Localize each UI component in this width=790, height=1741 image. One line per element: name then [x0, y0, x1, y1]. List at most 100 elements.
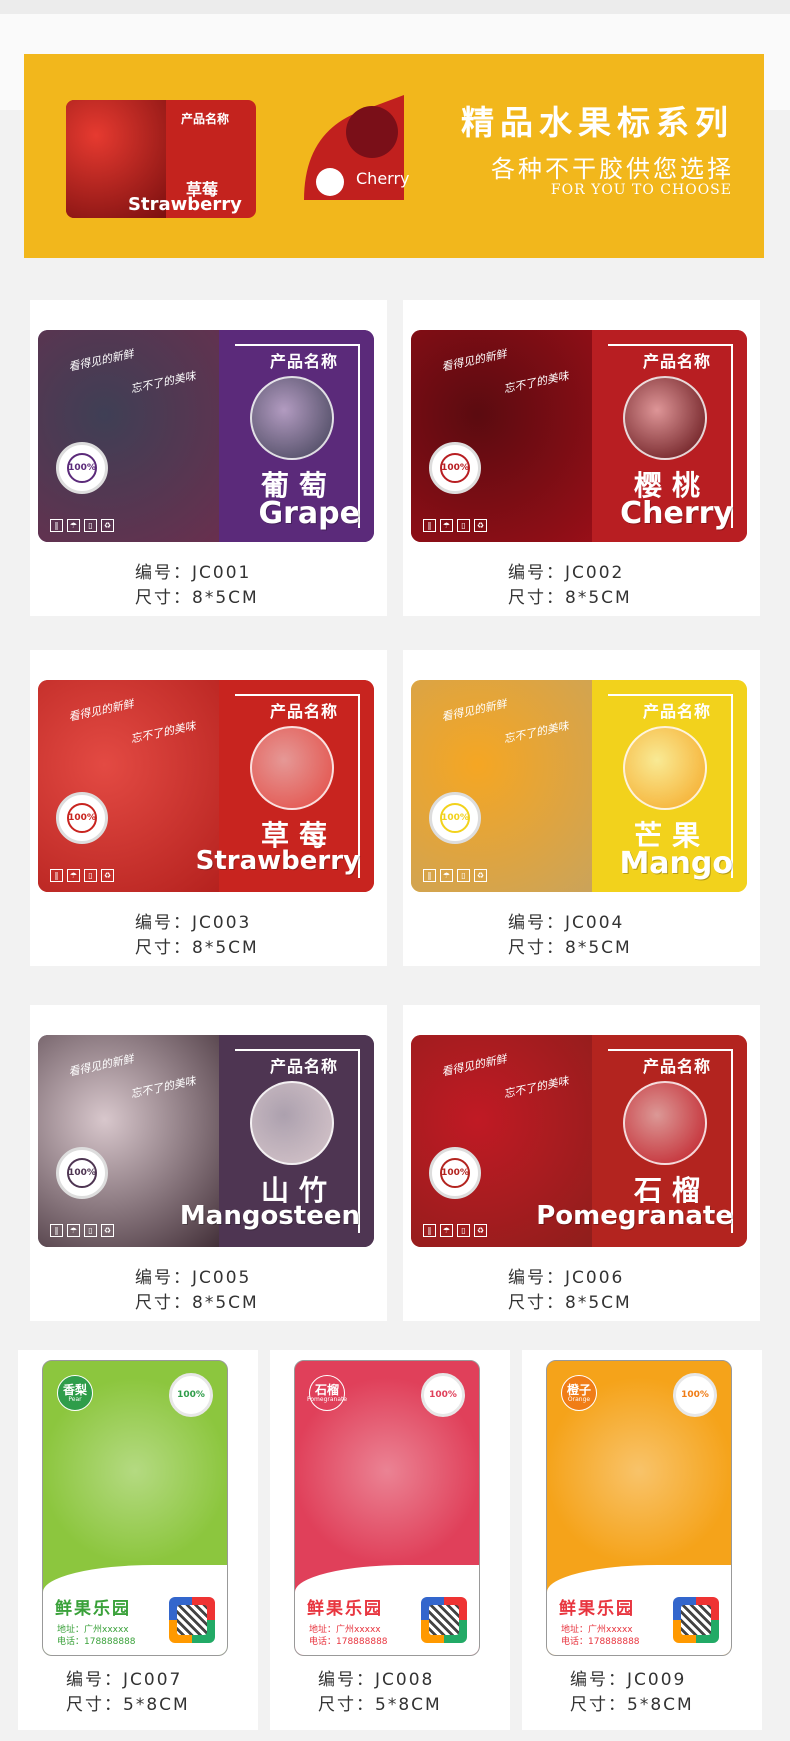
code-line: 编号：JC001: [135, 558, 251, 583]
care-icons: ‖ ☂ ▯ ♻: [423, 519, 487, 532]
badge-inner: 100%: [67, 453, 97, 483]
badge-inner: 100%: [67, 803, 97, 833]
mini-product-label: 产品名称: [181, 112, 230, 126]
glass-icon: ‖: [50, 1224, 63, 1237]
banner-cherry-label: Cherry: [294, 90, 414, 218]
telephone: 电话：178888888: [309, 1637, 388, 1647]
umbrella-icon: ☂: [67, 519, 80, 532]
code-value: JC001: [192, 563, 252, 583]
label-card: 产品名称 樱桃 Cherry 看得见的新鲜 忘不了的美味 100% ‖ ☂ ▯ ♻ 编…: [403, 300, 760, 616]
fruit-en-name: Mango: [619, 846, 733, 881]
umbrella-icon: ☂: [440, 519, 453, 532]
tag-en: Orange: [567, 1395, 591, 1403]
fresh-badge: 100%: [429, 1147, 481, 1199]
vertical-label-card: 香梨Pear 100% 看得见的新鲜 忘不了的美味 鲜果乐园 地址：广州xxxx…: [18, 1350, 258, 1730]
code-prefix: 编号：: [570, 1670, 627, 1690]
thermometer-icon: ▯: [457, 869, 470, 882]
cherry-photo: [346, 106, 398, 158]
mini-en-name: Strawberry: [128, 194, 242, 215]
code-value: JC003: [192, 913, 252, 933]
product-name-label: 产品名称: [269, 352, 338, 371]
tag-en: Pear: [68, 1395, 82, 1403]
glass-icon: ‖: [50, 519, 63, 532]
care-icons: ‖ ☂ ▯ ♻: [423, 869, 487, 882]
size-line: 尺寸：8*5CM: [135, 1288, 259, 1313]
umbrella-icon: ☂: [67, 1224, 80, 1237]
mini-badge: [316, 168, 344, 196]
brand-name: 鲜果乐园: [307, 1599, 383, 1619]
code-value: JC004: [565, 913, 625, 933]
umbrella-icon: ☂: [67, 869, 80, 882]
product-name-label: 产品名称: [642, 1057, 711, 1076]
size-line: 尺寸：5*8CM: [570, 1690, 694, 1715]
fruit-en-name: Grape: [258, 496, 360, 531]
banner-sample-label: 产品名称 草莓 Strawberry: [66, 100, 256, 218]
size-line: 尺寸：8*5CM: [135, 933, 259, 958]
code-line: 编号：JC009: [570, 1665, 686, 1690]
fresh-badge: 100%: [429, 442, 481, 494]
fresh-badge: 100%: [169, 1373, 213, 1417]
care-icons: ‖ ☂ ▯ ♻: [423, 1224, 487, 1237]
fruit-en-name: Strawberry: [195, 846, 360, 876]
thermometer-icon: ▯: [84, 1224, 97, 1237]
recycle-icon: ♻: [474, 1224, 487, 1237]
recycle-icon: ♻: [101, 519, 114, 532]
code-prefix: 编号：: [318, 1670, 375, 1690]
fruit-circle-photo: [250, 376, 334, 460]
code-line: 编号：JC008: [318, 1665, 434, 1690]
code-value: JC007: [123, 1670, 183, 1690]
fruit-circle-photo: [623, 1081, 707, 1165]
label-card: 产品名称 葡萄 Grape 看得见的新鲜 忘不了的美味 100% ‖ ☂ ▯ ♻ 编号…: [30, 300, 387, 616]
size-prefix: 尺寸：: [66, 1695, 123, 1715]
fresh-badge: 100%: [421, 1373, 465, 1417]
fresh-badge: 100%: [56, 792, 108, 844]
fruit-photo: [411, 680, 601, 892]
size-line: 尺寸：8*5CM: [135, 583, 259, 608]
telephone: 电话：178888888: [561, 1637, 640, 1647]
code-value: JC006: [565, 1268, 625, 1288]
size-value: 8*5CM: [565, 938, 632, 958]
fruit-en-name: Mangosteen: [179, 1201, 360, 1231]
telephone: 电话：178888888: [57, 1637, 136, 1647]
size-prefix: 尺寸：: [318, 1695, 375, 1715]
code-line: 编号：JC003: [135, 908, 251, 933]
size-value: 8*5CM: [192, 588, 259, 608]
badge-inner: 100%: [440, 1158, 470, 1188]
brand-name: 鲜果乐园: [559, 1599, 635, 1619]
size-value: 8*5CM: [192, 1293, 259, 1313]
glass-icon: ‖: [423, 1224, 436, 1237]
fresh-badge: 100%: [56, 1147, 108, 1199]
product-name-label: 产品名称: [269, 702, 338, 721]
brand-name: 鲜果乐园: [55, 1599, 131, 1619]
recycle-icon: ♻: [101, 869, 114, 882]
banner: 产品名称 草莓 Strawberry Cherry 精品水果标系列 各种不干胶供…: [24, 54, 764, 258]
fruit-circle-photo: [250, 1081, 334, 1165]
size-prefix: 尺寸：: [570, 1695, 627, 1715]
fruit-label: 产品名称 芒果 Mango 看得见的新鲜 忘不了的美味 100% ‖ ☂ ▯ ♻: [411, 680, 747, 892]
fruit-en-name: Cherry: [620, 496, 733, 531]
fruit-en-name: Pomegranate: [536, 1201, 733, 1231]
code-value: JC002: [565, 563, 625, 583]
size-prefix: 尺寸：: [508, 1293, 565, 1313]
code-line: 编号：JC002: [508, 558, 624, 583]
umbrella-icon: ☂: [440, 1224, 453, 1237]
code-prefix: 编号：: [508, 1268, 565, 1288]
vertical-label-card: 石榴Pomegranate 100% 看得见的新鲜 忘不了的美味 鲜果乐园 地址…: [270, 1350, 510, 1730]
label-card: 产品名称 草莓 Strawberry 看得见的新鲜 忘不了的美味 100% ‖ ☂…: [30, 650, 387, 966]
code-prefix: 编号：: [135, 1268, 192, 1288]
mini-cherry-text: Cherry: [356, 169, 410, 188]
product-name-label: 产品名称: [642, 352, 711, 371]
label-card: 产品名称 山竹 Mangosteen 看得见的新鲜 忘不了的美味 100% ‖ ☂…: [30, 1005, 387, 1321]
vertical-label-card: 橙子Orange 100% 看得见的新鲜 忘不了的美味 鲜果乐园 地址：广州xx…: [522, 1350, 762, 1730]
tag-cn: 橙子: [566, 1382, 591, 1397]
glass-icon: ‖: [423, 869, 436, 882]
recycle-icon: ♻: [101, 1224, 114, 1237]
label-card: 产品名称 芒果 Mango 看得见的新鲜 忘不了的美味 100% ‖ ☂ ▯ ♻ 编号…: [403, 650, 760, 966]
top-strip: [0, 0, 790, 14]
fresh-badge: 100%: [673, 1373, 717, 1417]
care-icons: ‖ ☂ ▯ ♻: [50, 1224, 114, 1237]
code-line: 编号：JC004: [508, 908, 624, 933]
fruit-circle-photo: [250, 726, 334, 810]
code-prefix: 编号：: [135, 913, 192, 933]
size-value: 5*8CM: [627, 1695, 694, 1715]
